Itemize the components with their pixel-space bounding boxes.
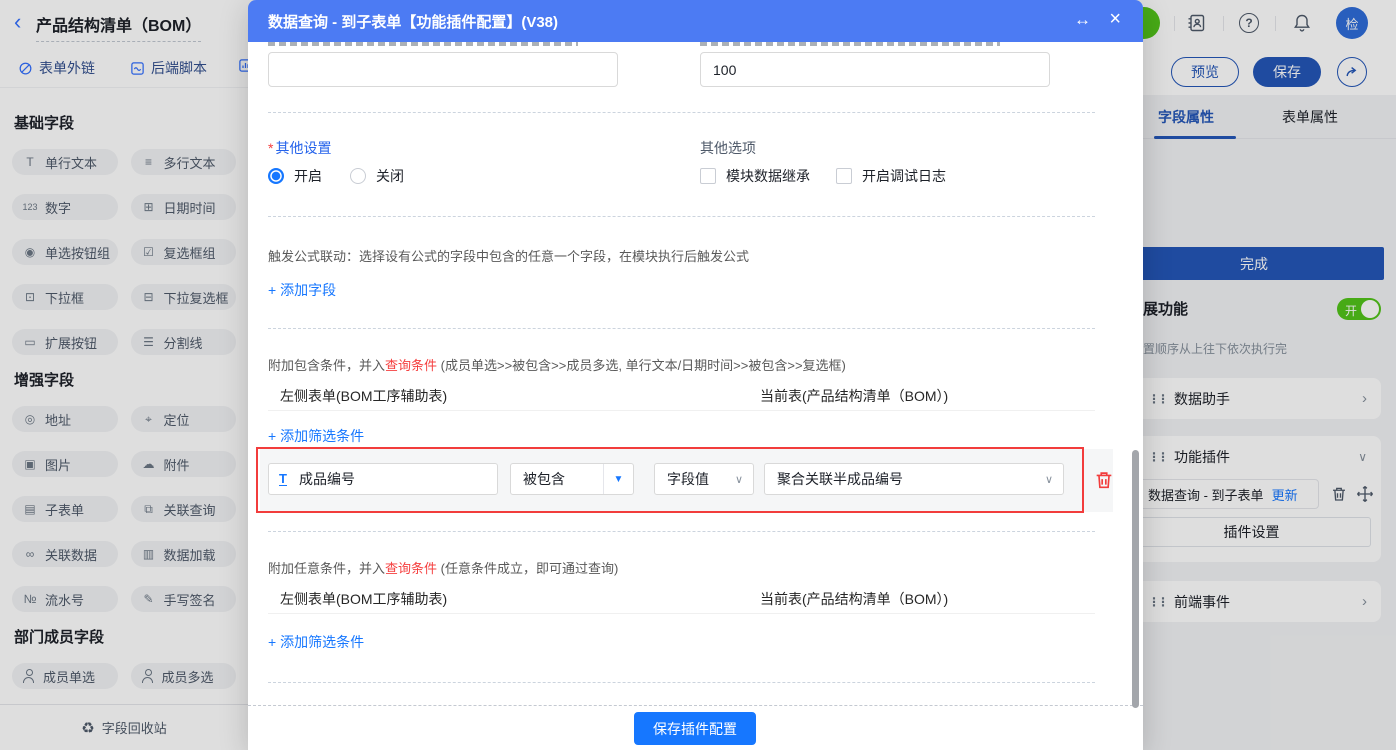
other-options-label: 其他选项	[700, 138, 756, 158]
condition-field-value: 成品编号	[287, 469, 497, 489]
add-filter-link[interactable]: + 添加筛选条件	[268, 632, 364, 652]
include-condition-title: 附加包含条件，并入查询条件 (成员单选>>被包含>>成员多选, 单行文本/日期时…	[268, 355, 846, 374]
query-condition-red: 查询条件	[385, 358, 437, 373]
text-field-icon: T	[279, 472, 287, 486]
enable-radio-group: 开启 关闭	[268, 166, 404, 186]
divider	[268, 112, 1095, 113]
title-suffix: (任意条件成立，即可通过查询)	[437, 561, 618, 576]
divider	[268, 531, 1095, 532]
divider	[268, 613, 1095, 614]
value-type: 字段值	[655, 469, 735, 489]
modal-scrollbar-thumb[interactable]	[1132, 450, 1139, 708]
clipped-label-remnant	[700, 42, 1000, 46]
condition-value: 聚合关联半成品编号	[765, 469, 1045, 489]
screen: ‹ 产品结构清单（BOM） ? 检 表单外链 后端脚本 基础字段	[0, 0, 1396, 750]
condition-value-select[interactable]: 聚合关联半成品编号 ∨	[764, 463, 1064, 495]
close-icon[interactable]: ×	[1109, 8, 1121, 31]
modal-body: *其他设置 其他选项 开启 关闭 模块数据继承 开启调试日志 触发公式联动：选择…	[248, 42, 1143, 750]
current-table-label: 当前表(产品结构清单（BOM）)	[760, 589, 948, 609]
modal-title: 数据查询 - 到子表单【功能插件配置】(V38)	[268, 11, 558, 32]
other-settings-label: *其他设置	[268, 138, 331, 158]
resize-icon[interactable]: ↔	[1074, 10, 1091, 30]
options-checkbox-group: 模块数据继承 开启调试日志	[700, 166, 946, 186]
divider	[268, 682, 1095, 683]
dropdown-arrow-icon[interactable]: ▼	[603, 464, 633, 494]
radio-off-label[interactable]: 关闭	[376, 166, 404, 186]
radio-off[interactable]	[350, 168, 366, 184]
checkbox-label[interactable]: 模块数据继承	[726, 166, 810, 186]
required-mark: *	[268, 140, 273, 156]
divider	[268, 328, 1095, 329]
delete-condition-icon[interactable]	[1093, 469, 1115, 491]
divider	[268, 216, 1095, 217]
title-suffix: (成员单选>>被包含>>成员多选, 单行文本/日期时间>>被包含>>复选框)	[437, 358, 846, 373]
plugin-config-modal: 数据查询 - 到子表单【功能插件配置】(V38) ↔ × *其他设置 其他选项 …	[248, 0, 1143, 750]
checkbox-module-inherit[interactable]	[700, 168, 716, 184]
condition-value-type-select[interactable]: 字段值 ∨	[654, 463, 754, 495]
add-field-link[interactable]: + 添加字段	[268, 280, 336, 300]
left-table-label: 左侧表单(BOM工序辅助表)	[280, 386, 447, 406]
modal-header[interactable]: 数据查询 - 到子表单【功能插件配置】(V38) ↔ ×	[248, 0, 1143, 42]
title-prefix: 附加包含条件，并入	[268, 358, 385, 373]
config-text-input[interactable]	[268, 52, 618, 87]
left-table-label: 左侧表单(BOM工序辅助表)	[280, 589, 447, 609]
formula-trigger-note: 触发公式联动：选择设有公式的字段中包含的任意一个字段，在模块执行后触发公式	[268, 246, 749, 265]
checkbox-debug-log[interactable]	[836, 168, 852, 184]
current-table-label: 当前表(产品结构清单（BOM）)	[760, 386, 948, 406]
radio-on-label[interactable]: 开启	[294, 166, 322, 186]
checkbox-label[interactable]: 开启调试日志	[862, 166, 946, 186]
select-chevron-icon: ∨	[1045, 473, 1063, 486]
operator-value: 被包含	[511, 469, 603, 489]
add-filter-link[interactable]: + 添加筛选条件	[268, 426, 364, 446]
select-chevron-icon: ∨	[735, 473, 753, 486]
condition-field-box[interactable]: T 成品编号	[268, 463, 498, 495]
radio-on[interactable]	[268, 168, 284, 184]
divider	[268, 410, 1095, 411]
label-text: 其他设置	[275, 140, 331, 156]
title-prefix: 附加任意条件，并入	[268, 561, 385, 576]
any-condition-title: 附加任意条件，并入查询条件 (任意条件成立，即可通过查询)	[268, 558, 618, 577]
save-plugin-config-button[interactable]: 保存插件配置	[634, 712, 756, 745]
condition-operator-select[interactable]: 被包含 ▼	[510, 463, 634, 495]
limit-count-input[interactable]	[700, 52, 1050, 87]
query-condition-red: 查询条件	[385, 561, 437, 576]
clipped-label-remnant	[268, 42, 578, 46]
footer-divider	[248, 705, 1143, 706]
